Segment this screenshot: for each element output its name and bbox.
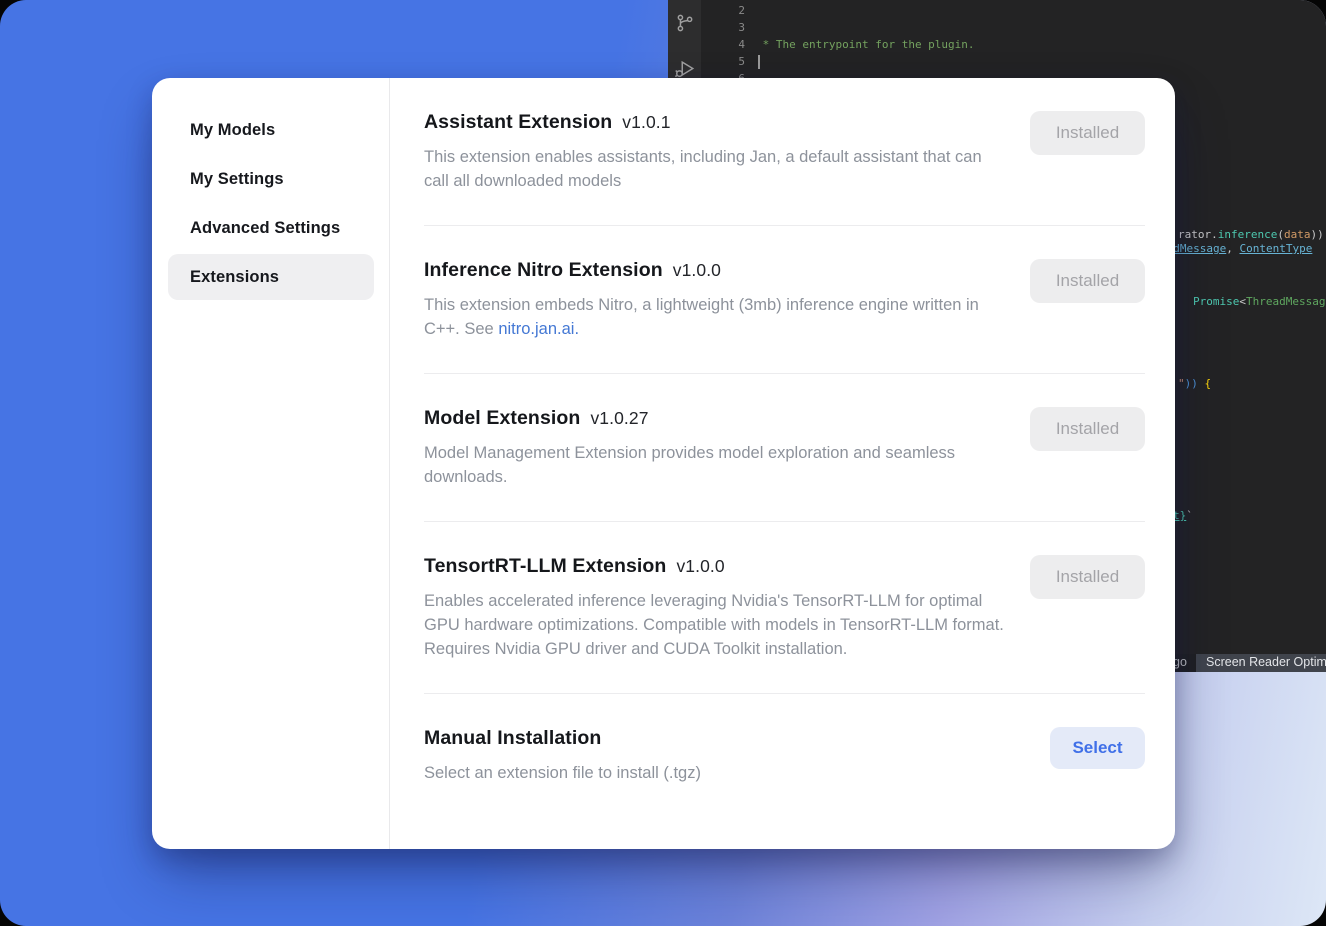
extension-title: TensortRT-LLM Extension v1.0.0 [424,555,1010,578]
extension-name: TensortRT-LLM Extension [424,555,666,577]
extension-description: This extension embeds Nitro, a lightweig… [424,293,1004,341]
extension-name: Model Extension [424,407,580,429]
extension-info: Inference Nitro Extension v1.0.0 This ext… [424,259,1030,341]
extension-name: Assistant Extension [424,111,612,133]
sidebar-item-my-settings[interactable]: My Settings [168,156,374,202]
extension-info: TensortRT-LLM Extension v1.0.0 Enables ac… [424,555,1030,661]
extension-description: Model Management Extension provides mode… [424,441,1004,489]
extension-version: v1.0.0 [673,260,721,280]
manual-installation-title: Manual Installation [424,727,1030,750]
comma: , [1226,242,1239,255]
installed-button[interactable]: Installed [1030,111,1145,155]
import-id: ContentType [1240,242,1313,255]
code-fragment: Promise<ThreadMessage> [1193,293,1326,310]
sidebar-item-extensions[interactable]: Extensions [168,254,374,300]
settings-card: My Models My Settings Advanced Settings … [152,78,1175,849]
extension-version: v1.0.27 [590,408,648,428]
code-line-2: * The entrypoint for the plugin. [756,36,1312,53]
app-window: 2 3 4 5 6 * The entrypoint for the plugi… [0,0,1326,926]
nitro-jan-ai-link[interactable]: nitro.jan.ai. [498,320,579,338]
extension-description: Enables accelerated inference leveraging… [424,589,1004,661]
extension-row-model: Model Extension v1.0.27 Model Management … [424,374,1145,522]
status-bar-text: go [1173,655,1187,669]
sidebar-item-my-models[interactable]: My Models [168,107,374,153]
sidebar-item-advanced-settings[interactable]: Advanced Settings [168,205,374,251]
extension-row-tensorrt-llm: TensortRT-LLM Extension v1.0.0 Enables ac… [424,522,1145,694]
source-control-icon[interactable] [674,12,696,34]
extension-title: Inference Nitro Extension v1.0.0 [424,259,1010,282]
extension-row-inference-nitro: Inference Nitro Extension v1.0.0 This ext… [424,226,1145,374]
section-name: Manual Installation [424,727,601,749]
extension-title: Assistant Extension v1.0.1 [424,111,1010,134]
manual-installation-row: Manual Installation Select an extension … [424,694,1145,817]
code-fragment: t}` [1173,507,1193,524]
extension-info: Manual Installation Select an extension … [424,727,1050,785]
code-fragment: ")) { [1178,375,1211,392]
extension-title: Model Extension v1.0.27 [424,407,1010,430]
extension-name: Inference Nitro Extension [424,259,663,281]
installed-button[interactable]: Installed [1030,259,1145,303]
run-and-debug-icon[interactable] [674,58,696,80]
extension-version: v1.0.1 [622,112,670,132]
extension-description: This extension enables assistants, inclu… [424,145,1004,193]
code-fragment: rator.inference(data)); [1178,226,1326,243]
screenshot-stage: 2 3 4 5 6 * The entrypoint for the plugi… [0,0,1326,926]
extensions-list: Assistant Extension v1.0.1 This extension… [390,78,1175,849]
installed-button[interactable]: Installed [1030,555,1145,599]
select-file-button[interactable]: Select [1050,727,1145,769]
extension-row-assistant: Assistant Extension v1.0.1 This extension… [424,78,1145,226]
extension-info: Model Extension v1.0.27 Model Management … [424,407,1030,489]
screen-reader-optimized-button[interactable]: Screen Reader Optimized [1196,654,1326,672]
extension-info: Assistant Extension v1.0.1 This extension… [424,111,1030,193]
line-numbers: 2 3 4 5 6 [701,2,745,87]
manual-installation-description: Select an extension file to install (.tg… [424,761,1004,785]
installed-button[interactable]: Installed [1030,407,1145,451]
text-cursor [758,55,760,69]
extension-version: v1.0.0 [676,556,724,576]
settings-sidebar: My Models My Settings Advanced Settings … [152,78,390,849]
